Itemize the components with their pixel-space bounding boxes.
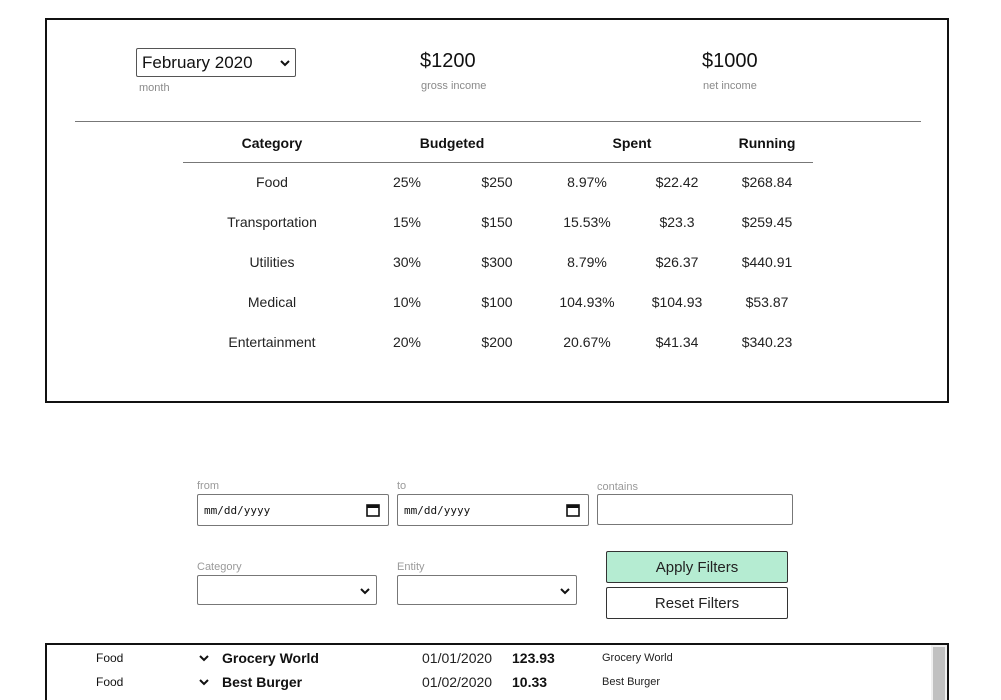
row-running: $440.91 (741, 254, 793, 270)
transaction-row: Food Grocery World 01/01/2020 123.93 Gro… (47, 647, 927, 669)
transactions-panel: Food Grocery World 01/01/2020 123.93 Gro… (45, 643, 949, 700)
contains-input[interactable] (597, 494, 793, 525)
header-category: Category (241, 135, 303, 151)
row-budget-amt: $200 (481, 334, 513, 350)
category-filter-label: Category (197, 561, 242, 573)
row-budget-amt: $250 (481, 174, 513, 190)
budget-summary-panel: February 2020 month $1200 gross income $… (45, 18, 949, 403)
summary-divider (75, 121, 921, 122)
row-budget-pct: 30% (392, 254, 422, 270)
transaction-note: Grocery World (602, 652, 673, 664)
month-select[interactable]: February 2020 (136, 48, 296, 77)
chevron-down-icon[interactable] (198, 652, 210, 664)
row-spent-amt: $22.42 (655, 174, 699, 190)
row-running: $53.87 (745, 294, 789, 310)
row-category: Utilities (249, 254, 295, 270)
row-budget-amt: $100 (481, 294, 513, 310)
chevron-down-icon (560, 588, 570, 595)
row-running: $268.84 (741, 174, 793, 190)
row-budget-pct: 25% (392, 174, 422, 190)
net-income-value: $1000 (702, 50, 758, 72)
month-caption: month (139, 82, 170, 94)
transaction-amount: 123.93 (512, 650, 555, 666)
to-label: to (397, 480, 407, 492)
transaction-note: Best Burger (602, 676, 661, 688)
row-spent-pct: 15.53% (563, 214, 611, 230)
to-date-placeholder: mm/dd/yyyy (404, 503, 471, 517)
row-spent-pct: 8.79% (567, 254, 607, 270)
gross-income-caption: gross income (421, 80, 487, 92)
from-date-input[interactable]: mm/dd/yyyy (197, 494, 389, 526)
row-spent-amt: $26.37 (655, 254, 699, 270)
from-label: from (197, 480, 219, 492)
to-date-input[interactable]: mm/dd/yyyy (397, 494, 589, 526)
transactions-scrollbar[interactable] (931, 645, 947, 700)
scrollbar-thumb[interactable] (933, 647, 945, 700)
row-running: $259.45 (741, 214, 793, 230)
apply-filters-button[interactable]: Apply Filters (606, 551, 788, 583)
row-spent-amt: $23.3 (659, 214, 695, 230)
transaction-category: Food (96, 675, 124, 689)
transaction-row: Food Best Burger 01/02/2020 10.33 Best B… (47, 671, 927, 693)
transaction-amount: 10.33 (512, 674, 548, 690)
header-budgeted: Budgeted (419, 135, 485, 151)
row-spent-amt: $104.93 (651, 294, 703, 310)
from-date-placeholder: mm/dd/yyyy (204, 503, 271, 517)
month-select-value: February 2020 (142, 52, 253, 72)
entity-filter-select[interactable] (397, 575, 577, 605)
transaction-category: Food (96, 651, 124, 665)
row-running: $340.23 (741, 334, 793, 350)
header-running: Running (738, 135, 796, 151)
row-category: Entertainment (228, 334, 316, 350)
transaction-entity[interactable]: Best Burger (222, 674, 302, 690)
chevron-down-icon[interactable] (198, 676, 210, 688)
entity-filter-label: Entity (397, 561, 425, 573)
gross-income-value: $1200 (420, 50, 476, 72)
category-filter-select[interactable] (197, 575, 377, 605)
transaction-date: 01/02/2020 (422, 674, 493, 690)
calendar-icon[interactable] (366, 503, 380, 517)
chevron-down-icon (360, 588, 370, 595)
row-budget-pct: 20% (392, 334, 422, 350)
transaction-date: 01/01/2020 (422, 650, 493, 666)
row-spent-pct: 8.97% (567, 174, 607, 190)
row-category: Food (256, 174, 288, 190)
row-category: Medical (247, 294, 297, 310)
row-budget-amt: $150 (481, 214, 513, 230)
row-budget-amt: $300 (481, 254, 513, 270)
row-category: Transportation (227, 214, 317, 230)
net-income-caption: net income (703, 80, 757, 92)
transaction-entity[interactable]: Grocery World (222, 650, 319, 666)
row-budget-pct: 15% (392, 214, 422, 230)
header-spent: Spent (612, 135, 652, 151)
contains-label: contains (597, 481, 638, 493)
table-header-rule (183, 162, 813, 163)
reset-filters-button[interactable]: Reset Filters (606, 587, 788, 619)
row-budget-pct: 10% (392, 294, 422, 310)
calendar-icon[interactable] (566, 503, 580, 517)
row-spent-pct: 104.93% (559, 294, 615, 310)
row-spent-pct: 20.67% (563, 334, 611, 350)
chevron-down-icon (280, 60, 290, 67)
row-spent-amt: $41.34 (655, 334, 699, 350)
